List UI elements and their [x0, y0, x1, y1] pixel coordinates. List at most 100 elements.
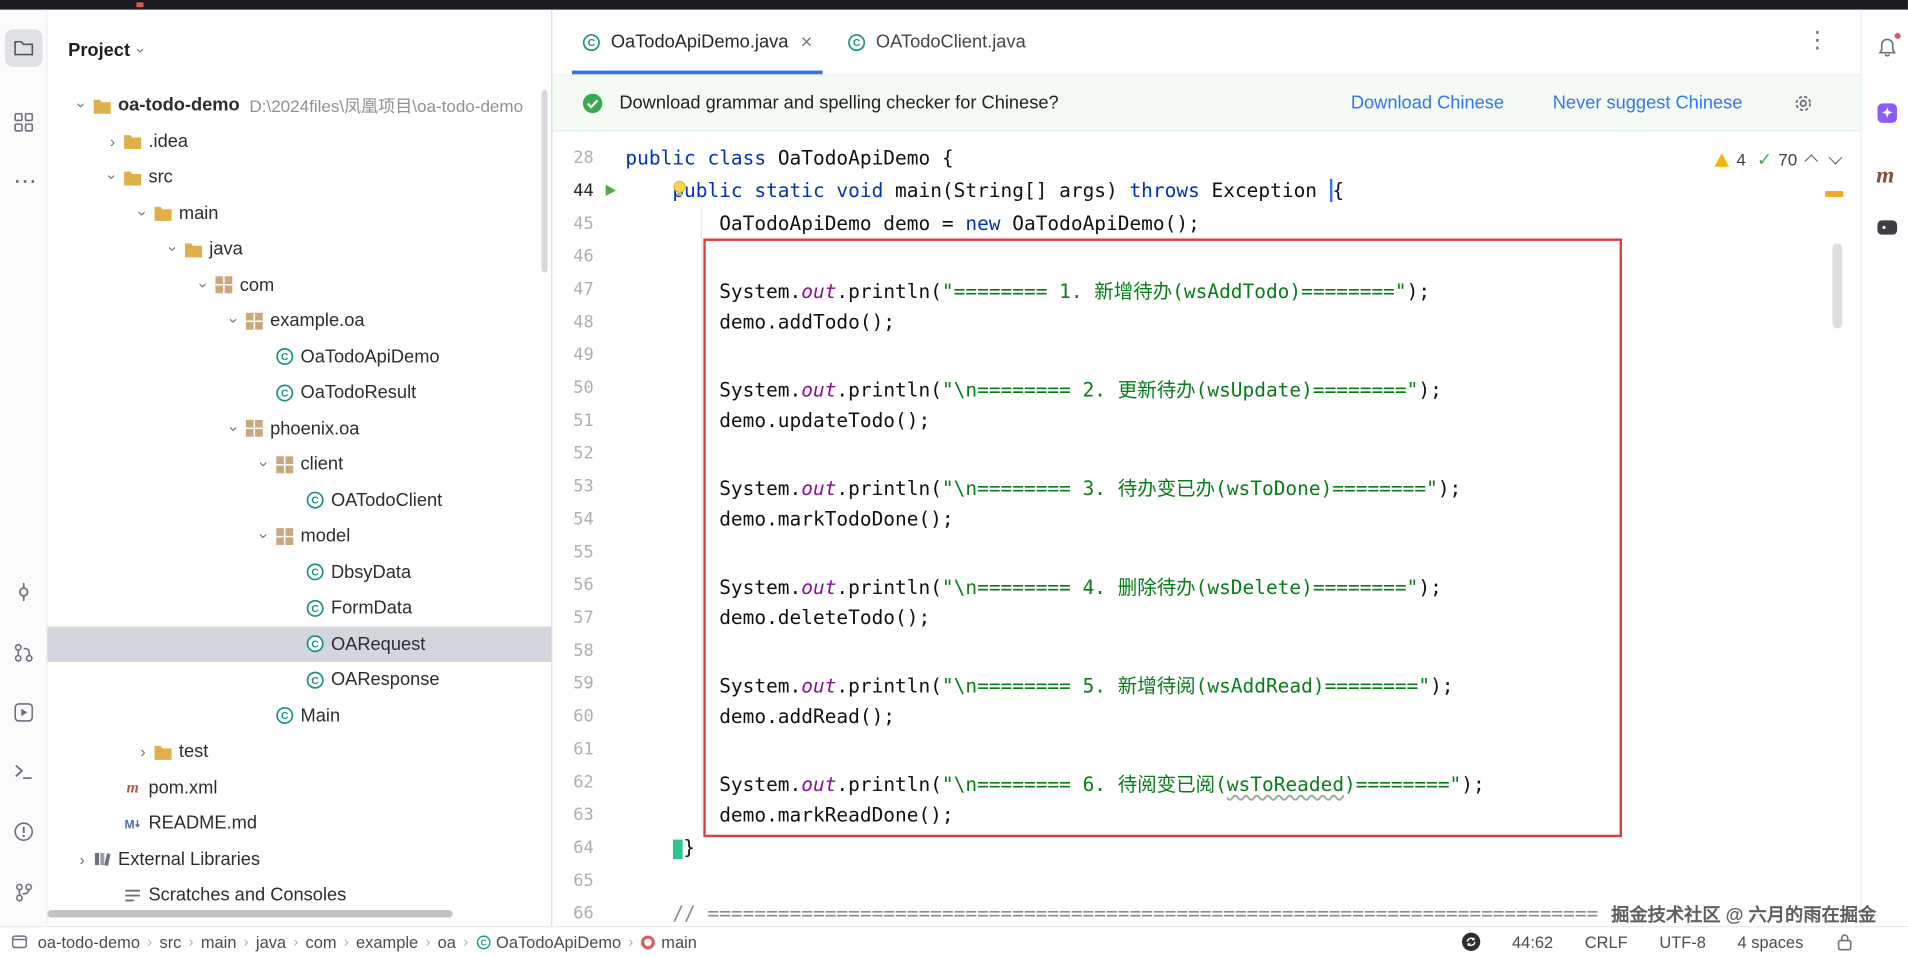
breadcrumb-item-oa[interactable]: oa — [436, 933, 457, 951]
line-number[interactable]: 58 — [552, 641, 594, 660]
chevron-down-icon[interactable]: › — [73, 95, 91, 116]
tree-item-example.oa[interactable]: › example.oa — [47, 303, 551, 339]
line-number[interactable]: 45 — [552, 214, 594, 233]
line-number[interactable]: 60 — [552, 706, 594, 725]
line-number[interactable]: 62 — [552, 772, 594, 791]
editor-scrollbar[interactable] — [1832, 243, 1843, 329]
line-number[interactable]: 61 — [552, 739, 594, 758]
sync-icon[interactable] — [1461, 932, 1480, 952]
breadcrumb-item-example[interactable]: example — [355, 933, 420, 951]
breadcrumb-item-oa-todo-demo[interactable]: oa-todo-demo — [37, 933, 142, 951]
tool-structure-button[interactable] — [5, 103, 43, 141]
code-line[interactable]: 45 OaTodoApiDemo demo = new OaTodoApiDem… — [552, 207, 1860, 240]
line-number[interactable]: 54 — [552, 509, 594, 528]
previous-problem-icon[interactable] — [1804, 154, 1819, 169]
tree-item-test[interactable]: › test — [47, 734, 551, 770]
tree-item-client[interactable]: › client — [47, 447, 551, 483]
intention-bulb-icon[interactable] — [670, 179, 688, 200]
tree-item-formdata[interactable]: C FormData — [47, 590, 551, 626]
breadcrumb-item-main[interactable]: main — [200, 933, 238, 951]
project-widget-icon[interactable] — [11, 934, 28, 951]
chevron-right-icon[interactable]: › — [133, 743, 154, 761]
line-number[interactable]: 49 — [552, 345, 594, 364]
line-number[interactable]: 47 — [552, 279, 594, 298]
indent-setting[interactable]: 4 spaces — [1738, 933, 1804, 951]
line-number[interactable]: 59 — [552, 673, 594, 692]
chevron-down-icon[interactable]: › — [225, 311, 243, 332]
close-icon[interactable]: × — [801, 30, 813, 54]
tree-item-java[interactable]: › java — [47, 231, 551, 267]
tool-more-button[interactable]: ⋯ — [5, 168, 43, 206]
tree-item-.idea[interactable]: › .idea — [47, 124, 551, 160]
tree-item-oa-todo-demo[interactable]: › oa-todo-demo D:\2024files\凤凰项目\oa-todo-d… — [47, 88, 551, 124]
gutter[interactable] — [594, 183, 626, 199]
download-chinese-link[interactable]: Download Chinese — [1351, 92, 1504, 113]
chevron-right-icon[interactable]: › — [102, 132, 123, 150]
line-number[interactable]: 53 — [552, 476, 594, 495]
line-number[interactable]: 66 — [552, 903, 594, 922]
code-line[interactable]: 44 public static void main(String[] args… — [552, 174, 1860, 207]
tool-problems-button[interactable] — [5, 813, 43, 851]
line-number[interactable]: 63 — [552, 805, 594, 824]
tree-item-com[interactable]: › com — [47, 267, 551, 303]
next-problem-icon[interactable] — [1828, 150, 1843, 165]
caret-position[interactable]: 44:62 — [1512, 933, 1553, 951]
tree-item-oatodoclient[interactable]: C OATodoClient — [47, 482, 551, 518]
project-tree-horizontal-scrollbar[interactable] — [47, 910, 453, 918]
tree-item-readme.md[interactable]: M README.md — [47, 806, 551, 842]
tab-oatodoclient-java[interactable]: C OATodoClient.java — [830, 10, 1043, 74]
run-icon[interactable] — [602, 183, 618, 199]
chevron-down-icon[interactable]: › — [225, 418, 243, 439]
tree-item-main[interactable]: › main — [47, 195, 551, 231]
tree-item-oatodoapidemo[interactable]: C OaTodoApiDemo — [47, 339, 551, 375]
project-panel-header[interactable]: Project › — [68, 34, 150, 66]
tree-item-scratches-and-consoles[interactable]: Scratches and Consoles — [47, 877, 551, 913]
breadcrumb-item-java[interactable]: java — [255, 933, 288, 951]
line-number[interactable]: 50 — [552, 378, 594, 397]
line-number[interactable]: 57 — [552, 608, 594, 627]
tool-version-control-button[interactable] — [5, 874, 43, 912]
chevron-down-icon[interactable]: › — [132, 47, 150, 52]
line-number[interactable]: 28 — [552, 148, 594, 167]
line-number[interactable]: 51 — [552, 411, 594, 430]
chevron-down-icon[interactable]: › — [256, 454, 274, 475]
line-separator[interactable]: CRLF — [1585, 933, 1628, 951]
line-number[interactable]: 52 — [552, 444, 594, 463]
tree-item-main[interactable]: C Main — [47, 698, 551, 734]
code-area[interactable]: 28 public class OaTodoApiDemo {44 public … — [552, 131, 1860, 926]
line-number[interactable]: 65 — [552, 871, 594, 890]
tab-options-menu-icon[interactable]: ⋮ — [1806, 27, 1829, 55]
breadcrumb-item-oatodoapidemo[interactable]: C OaTodoApiDemo — [474, 933, 622, 951]
code-line[interactable]: 65 — [552, 864, 1860, 897]
line-number[interactable]: 64 — [552, 838, 594, 857]
tool-maven-tool-button[interactable]: m — [1874, 161, 1901, 189]
line-number[interactable]: 48 — [552, 312, 594, 331]
breadcrumb-item-src[interactable]: src — [158, 933, 182, 951]
file-encoding[interactable]: UTF-8 — [1659, 933, 1706, 951]
breadcrumb-item-com[interactable]: com — [304, 933, 337, 951]
tab-oatodoapidemo-java[interactable]: C OaTodoApiDemo.java × — [565, 10, 830, 75]
tool-notifications-button[interactable] — [1874, 31, 1902, 61]
breadcrumb-item-main[interactable]: main — [639, 933, 698, 951]
tool-ai-assistant-button[interactable] — [1874, 100, 1901, 127]
tool-terminal-button[interactable] — [5, 753, 43, 791]
line-number[interactable]: 56 — [552, 575, 594, 594]
chevron-down-icon[interactable]: › — [256, 526, 274, 547]
chevron-down-icon[interactable]: › — [164, 239, 182, 260]
tree-item-oaresponse[interactable]: C OAResponse — [47, 662, 551, 698]
tool-pull-requests-button[interactable] — [5, 634, 43, 672]
line-number[interactable]: 44 — [552, 181, 594, 200]
tool-commit-button[interactable] — [5, 573, 43, 611]
chevron-down-icon[interactable]: › — [134, 203, 152, 224]
tool-project-button[interactable] — [4, 29, 43, 67]
tool-services-button[interactable] — [5, 694, 43, 732]
tree-item-phoenix.oa[interactable]: › phoenix.oa — [47, 411, 551, 447]
tree-item-oatodoresult[interactable]: C OaTodoResult — [47, 375, 551, 411]
lock-icon[interactable] — [1835, 932, 1854, 951]
gear-icon[interactable] — [1792, 92, 1814, 114]
inspections-widget[interactable]: 4 ✓ 70 — [1709, 146, 1844, 173]
tree-item-pom.xml[interactable]: m pom.xml — [47, 770, 551, 806]
tree-item-oarequest[interactable]: C OARequest — [47, 626, 552, 662]
never-suggest-chinese-link[interactable]: Never suggest Chinese — [1553, 92, 1743, 113]
tree-item-external-libraries[interactable]: › External Libraries — [47, 841, 551, 877]
